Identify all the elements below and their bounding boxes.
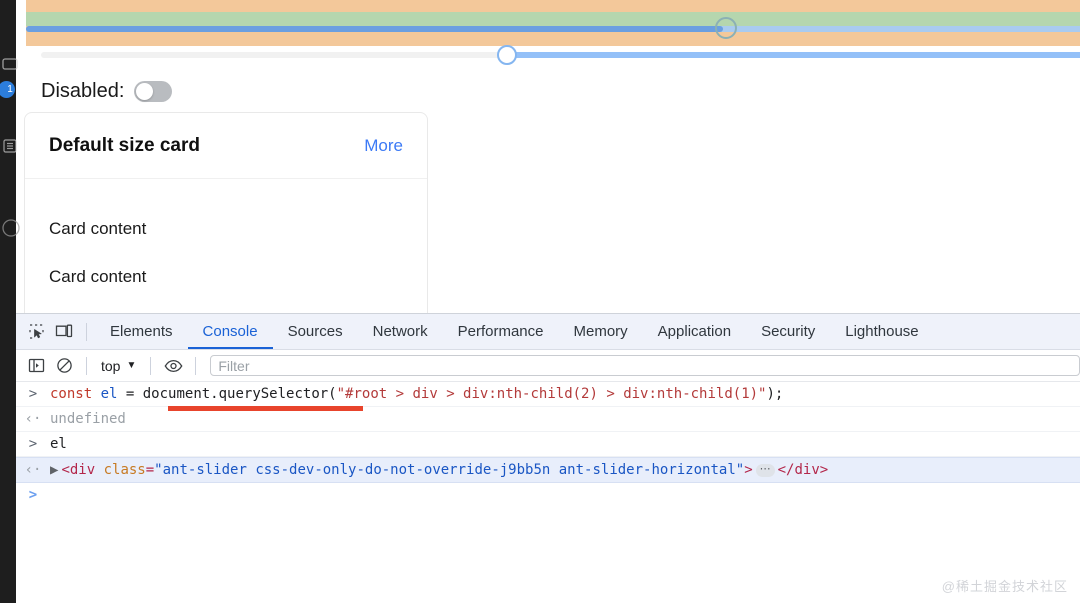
disabled-switch[interactable] [134, 81, 173, 102]
slider-plain-track [506, 52, 1080, 58]
default-size-card: Default size card More Card content Card… [24, 112, 428, 313]
console-token: = [117, 386, 143, 402]
console-sidebar-icon[interactable] [22, 352, 50, 380]
console-row-gutter: ‹· [24, 462, 42, 478]
console-filter-input[interactable] [210, 355, 1080, 376]
filter-divider [86, 356, 87, 375]
console-row-text: const el = document.querySelector("#root… [50, 386, 1080, 402]
console-row-input: > const el = document.querySelector("#roo… [16, 382, 1080, 411]
console-context-label: top [101, 357, 121, 374]
tab-lighthouse[interactable]: Lighthouse [830, 314, 933, 349]
console-row-gutter: > [28, 436, 38, 452]
console-token: ); [766, 386, 784, 402]
tab-performance[interactable]: Performance [443, 314, 559, 349]
card-header: Default size card More [25, 113, 427, 179]
chevron-down-icon: ▼ [126, 360, 137, 371]
console-row-text: el [50, 436, 1080, 452]
card-content-line: Card content [49, 219, 147, 238]
console-row-input: > el [16, 432, 1080, 457]
slider-highlighted-handle[interactable] [715, 17, 737, 39]
console-token [92, 386, 100, 402]
console-token: el [50, 436, 67, 452]
window-icon[interactable] [1, 55, 19, 73]
card-title: Default size card [49, 134, 200, 156]
console-token: "#root > div > div:nth-child(2) > div:nt… [336, 386, 767, 402]
device-toolbar-icon[interactable] [50, 318, 78, 346]
console-row-gutter: ‹· [24, 411, 42, 427]
console-token: undefined [50, 411, 126, 427]
devtools-panel: Elements Console Sources Network Performance… [16, 313, 1080, 603]
switch-knob [136, 83, 154, 100]
live-expression-icon[interactable] [159, 352, 187, 380]
console-token: el [100, 386, 118, 402]
tab-console[interactable]: Console [188, 314, 273, 349]
activity-badge: 1 [0, 81, 15, 98]
console-row-prompt: > [16, 483, 1080, 507]
console-token: "ant-slider css-dev-only-do-not-override… [154, 462, 745, 478]
filter-divider [150, 356, 152, 375]
tab-elements[interactable]: Elements [95, 314, 188, 349]
console-token: const [50, 386, 93, 402]
console-row-gutter: > [28, 487, 38, 503]
tab-network[interactable]: Network [358, 314, 443, 349]
console-context-selector[interactable]: top ▼ [95, 358, 142, 374]
app-root: 1 Disabled: Default size card More Card … [0, 0, 1080, 603]
tab-security[interactable]: Security [746, 314, 830, 349]
expand-triangle-icon[interactable]: ▶ [50, 462, 58, 478]
inspect-element-icon[interactable] [22, 318, 50, 346]
tab-memory[interactable]: Memory [559, 314, 643, 349]
tab-sources[interactable]: Sources [273, 314, 358, 349]
console-filter-bar: top ▼ [16, 350, 1080, 382]
tab-application[interactable]: Application [643, 314, 746, 349]
console-row-text: undefined [50, 411, 1080, 427]
disabled-label: Disabled: [41, 80, 125, 102]
devtools-tabbar: Elements Console Sources Network Performance… [16, 314, 1080, 350]
activity-bar: 1 [0, 0, 20, 603]
card-more-link[interactable]: More [364, 136, 403, 156]
browser-viewport: Disabled: Default size card More Card co… [16, 0, 1080, 313]
console-token: document.querySelector( [142, 386, 337, 402]
slider-content-highlight [26, 12, 1080, 26]
slider-highlight-overlay [26, 0, 1080, 46]
console-token: > [744, 462, 753, 478]
slider-plain-handle[interactable] [497, 45, 517, 65]
console-token: = [145, 462, 155, 478]
collapsed-children-badge[interactable]: ⋯ [755, 463, 775, 477]
disabled-switch-row: Disabled: [41, 80, 173, 103]
console-token: <div [61, 462, 96, 478]
filter-divider [195, 356, 197, 375]
circle-icon[interactable] [1, 218, 20, 237]
console-row-result: ‹· undefined [16, 407, 1080, 432]
list-icon[interactable] [1, 137, 19, 155]
watermark: @稀土掘金技术社区 [941, 579, 1068, 594]
card-body: Card content Card content [25, 179, 427, 313]
console-row-gutter: > [28, 386, 38, 402]
slider-highlighted-track [26, 26, 723, 32]
console-token: class [95, 462, 146, 478]
clear-console-icon[interactable] [50, 352, 78, 380]
console-output: > const el = document.querySelector("#roo… [16, 382, 1080, 507]
console-row-selected: ‹· ▶ <div class="ant-slider css-dev-only-d… [16, 457, 1080, 483]
toolbar-divider [86, 322, 87, 341]
devtools-tab-list: Elements Console Sources Network Performance… [95, 314, 934, 349]
card-content-line: Card content [49, 267, 147, 286]
console-token: </div> [777, 462, 829, 478]
console-row-text: ▶ <div class="ant-slider css-dev-only-do-… [50, 462, 1080, 478]
